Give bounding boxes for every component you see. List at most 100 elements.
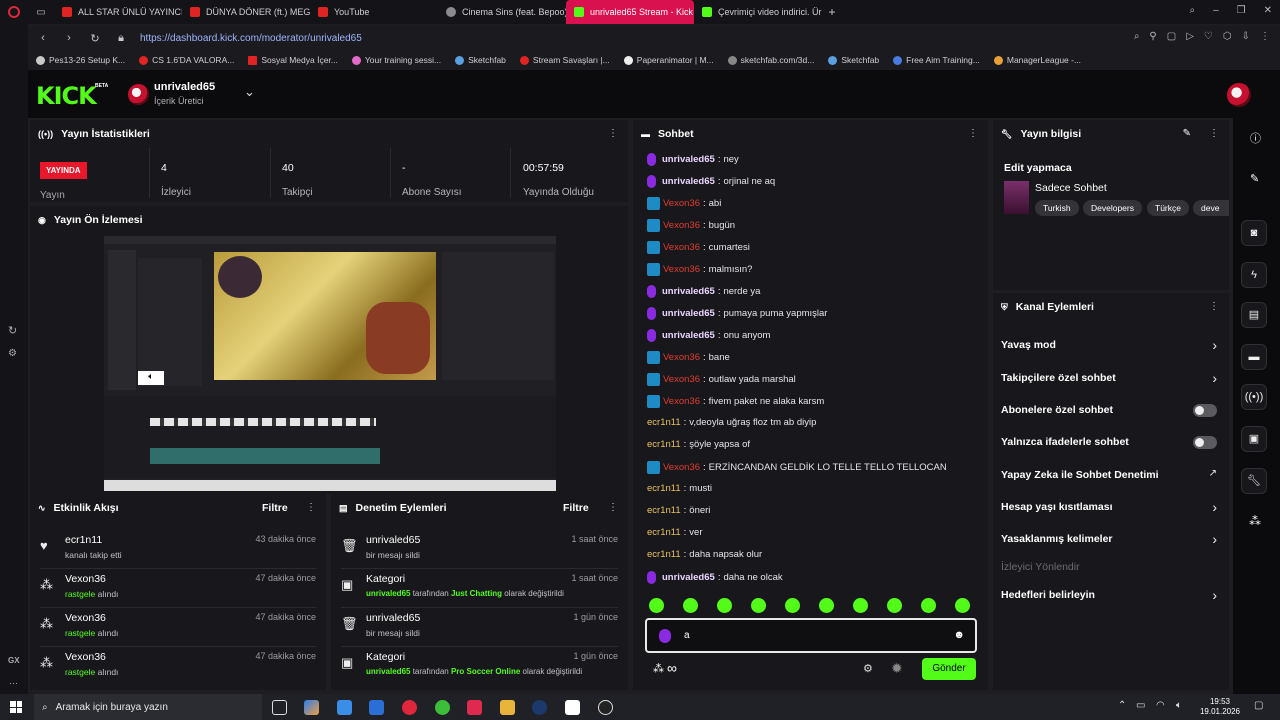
bookmark[interactable]: Pes13-26 Setup K... <box>36 55 125 65</box>
taskbar-search[interactable]: ⌕ Aramak için buraya yazın <box>34 694 262 720</box>
task-view-icon[interactable] <box>272 700 287 715</box>
channel-action-item[interactable]: Yalnızca ifadelerle sohbet <box>1001 436 1129 448</box>
reload-icon[interactable]: ↻ <box>88 32 102 45</box>
volume-icon[interactable]: 🔈︎ <box>1176 700 1182 711</box>
bookmark[interactable]: Sketchfab <box>828 55 879 65</box>
stream-preview-video[interactable]: 🔈︎ <box>104 236 556 491</box>
new-tab-button[interactable]: + <box>822 5 842 19</box>
wrench-icon[interactable]: 🔧︎ <box>1241 468 1267 494</box>
pencil-icon[interactable]: ✎ <box>1250 172 1259 185</box>
chat-username[interactable]: Vexon36 <box>663 396 700 407</box>
chat-username[interactable]: ecr1n11 <box>647 417 681 428</box>
history-icon[interactable]: ↻ <box>8 324 17 337</box>
more-options-icon[interactable]: ⋮ <box>608 128 618 139</box>
forward-icon[interactable]: › <box>62 32 76 44</box>
emote-icon[interactable] <box>887 598 902 613</box>
infinity-icon[interactable]: ∞ <box>667 660 677 676</box>
kick-logo[interactable]: KICK <box>36 82 97 110</box>
more-options-icon[interactable]: ⋮ <box>306 502 316 513</box>
tag[interactable]: Türkçe <box>1147 200 1189 216</box>
lightning-icon[interactable]: ϟ <box>1241 262 1267 288</box>
mail-icon[interactable] <box>369 700 384 715</box>
chat-username[interactable]: unrivaled65 <box>662 286 715 297</box>
chevron-right-icon[interactable]: › <box>1212 531 1217 547</box>
wifi-icon[interactable]: ◠ <box>1156 700 1165 711</box>
category-name[interactable]: Sadece Sohbet <box>1035 182 1107 194</box>
channel-action-item[interactable]: Abonelere özel sohbet <box>1001 404 1113 416</box>
emote-icon[interactable] <box>717 598 732 613</box>
bookmark[interactable]: Sosyal Medya İçer... <box>248 55 338 65</box>
emote-icon[interactable] <box>921 598 936 613</box>
zoom-icon[interactable]: ⌕ <box>1134 31 1140 42</box>
menu-icon[interactable]: ⋮ <box>1260 31 1270 42</box>
opera-gx-icon[interactable] <box>402 700 417 715</box>
notification-icon[interactable]: ▢ <box>1254 700 1263 711</box>
bookmark[interactable]: Stream Savaşları |... <box>519 55 610 65</box>
chat-username[interactable]: Vexon36 <box>663 462 700 473</box>
bookmark[interactable]: ManagerLeague -... <box>993 55 1081 65</box>
chat-username[interactable]: unrivaled65 <box>662 572 715 583</box>
broadcast-icon[interactable]: ((•)) <box>1241 384 1267 410</box>
chat-username[interactable]: ecr1n11 <box>647 483 681 494</box>
play-icon[interactable]: ▷ <box>1186 31 1194 42</box>
badge-icon[interactable]: ✹ <box>891 660 903 677</box>
chat-username[interactable]: unrivaled65 <box>662 330 715 341</box>
send-button[interactable]: Gönder <box>922 658 976 680</box>
more-options-icon[interactable]: ⋮ <box>1209 301 1219 312</box>
chat-username[interactable]: Vexon36 <box>663 220 700 231</box>
emote-icon[interactable] <box>819 598 834 613</box>
kick-points-icon[interactable]: ⁂ <box>1249 514 1261 528</box>
back-icon[interactable]: ‹ <box>36 32 50 44</box>
network-icon[interactable]: ▭ <box>1136 700 1145 711</box>
stack-icon[interactable]: ▣ <box>1241 426 1267 452</box>
chat-username[interactable]: Vexon36 <box>663 374 700 385</box>
tag[interactable]: deve <box>1193 200 1229 216</box>
settings-gear-icon[interactable]: ⚙ <box>863 662 873 675</box>
more-options-icon[interactable]: ⋮ <box>968 128 978 139</box>
user-avatar[interactable] <box>1227 83 1251 107</box>
search-icon[interactable]: ⌕ <box>1189 5 1195 16</box>
steam-icon[interactable] <box>532 700 547 715</box>
bookmark[interactable]: sketchfab.com/3d... <box>727 55 814 65</box>
kick-points-icon[interactable]: ⁂ <box>653 662 664 675</box>
chevron-right-icon[interactable]: › <box>1212 587 1217 603</box>
channel-action-item[interactable]: Yapay Zeka ile Sohbet Denetimi <box>1001 469 1159 481</box>
chat-username[interactable]: Vexon36 <box>663 352 700 363</box>
close-icon[interactable]: ✕ <box>1264 5 1272 16</box>
channel-action-item[interactable]: Yasaklanmış kelimeler <box>1001 533 1113 545</box>
edit-pencil-icon[interactable]: ✎ <box>1183 128 1191 139</box>
chat-username[interactable]: unrivaled65 <box>662 308 715 319</box>
emoji-icon[interactable]: ☻ <box>953 629 965 641</box>
utorrent-icon[interactable] <box>435 700 450 715</box>
obs-icon[interactable] <box>598 700 613 715</box>
browser-tab[interactable]: Cinema Sins (feat. Bepoo) <box>438 0 566 24</box>
maximize-icon[interactable]: ❐ <box>1237 5 1246 16</box>
channel-action-item[interactable]: Takipçilere özel sohbet <box>1001 372 1116 384</box>
bookmark[interactable]: Paperanimator | M... <box>623 55 714 65</box>
store-icon[interactable] <box>337 700 352 715</box>
browser-tab-active[interactable]: unrivaled65 Stream - Kick <box>566 0 694 24</box>
chat-username[interactable]: ecr1n11 <box>647 527 681 538</box>
filter-button[interactable]: Filtre <box>563 502 589 514</box>
emote-icon[interactable] <box>955 598 970 613</box>
windows-start-icon[interactable] <box>10 701 22 713</box>
channel-action-item[interactable]: Hesap yaşı kısıtlaması <box>1001 501 1113 513</box>
channel-action-item[interactable]: Hedefleri belirleyin <box>1001 589 1095 601</box>
info-icon[interactable]: ⓘ <box>1250 130 1261 146</box>
browser-tab[interactable]: Çevrimiçi video indirici. Ür <box>694 0 822 24</box>
emote-icon[interactable] <box>683 598 698 613</box>
chevron-right-icon[interactable]: › <box>1212 499 1217 515</box>
chevron-right-icon[interactable]: › <box>1212 370 1217 386</box>
chat-username[interactable]: unrivaled65 <box>662 176 715 187</box>
emote-icon[interactable] <box>853 598 868 613</box>
bookmark[interactable]: Free Aim Training... <box>893 55 980 65</box>
chevron-right-icon[interactable]: › <box>1212 337 1217 353</box>
chat-input-field[interactable]: a ☻ <box>645 618 977 653</box>
filter-button[interactable]: Filtre <box>262 502 288 514</box>
chat-icon[interactable]: ▬ <box>1241 344 1267 370</box>
chat-username[interactable]: ecr1n11 <box>647 439 681 450</box>
browser-tab[interactable]: YouTube <box>310 0 438 24</box>
snapshot-icon[interactable]: ▢ <box>1167 31 1176 42</box>
chat-username[interactable]: Vexon36 <box>663 242 700 253</box>
bookmark[interactable]: CS 1.6'DA VALORA... <box>139 55 234 65</box>
